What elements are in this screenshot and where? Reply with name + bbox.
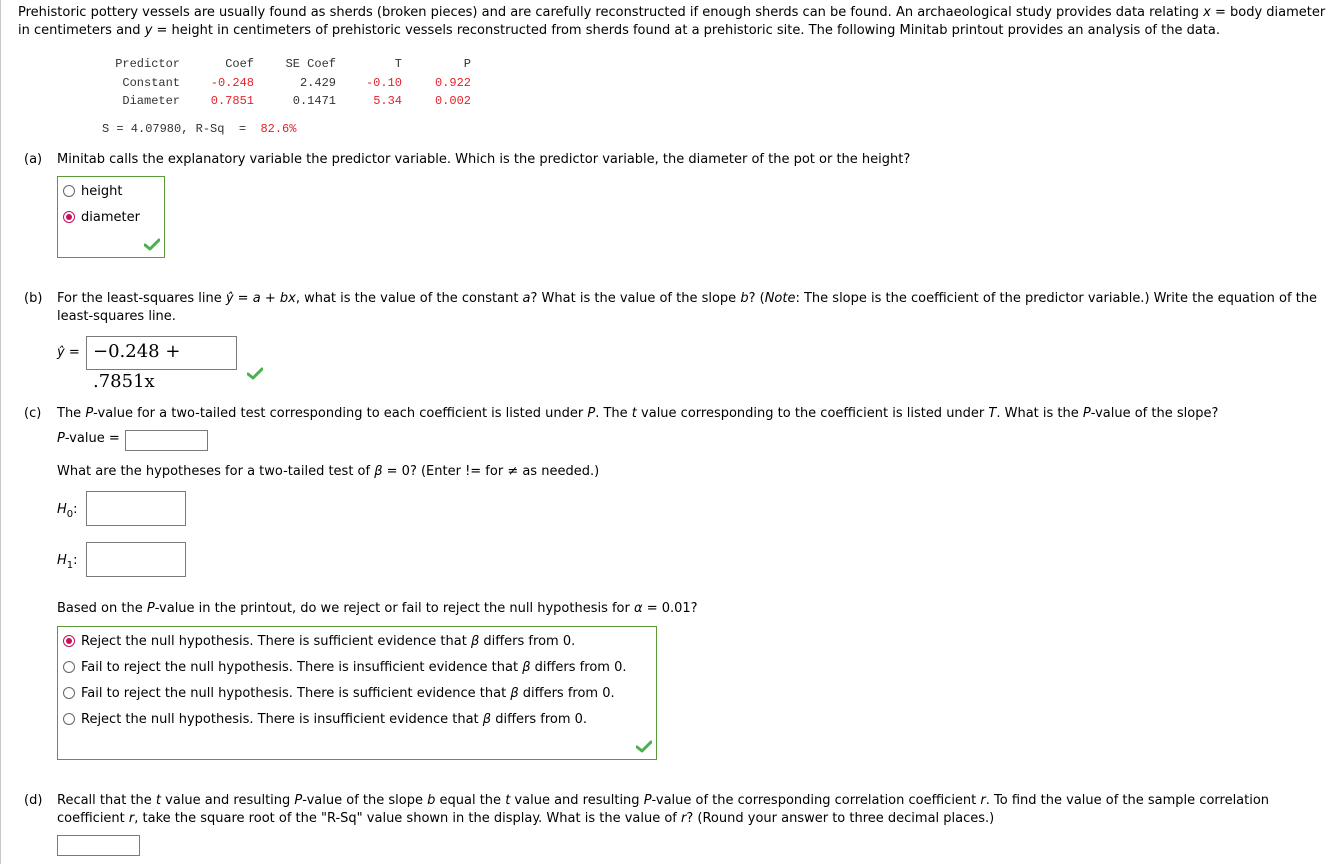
- h0-label: H0:: [57, 502, 78, 520]
- option-fail-sufficient[interactable]: Fail to reject the null hypothesis. Ther…: [63, 685, 615, 703]
- option-reject-insufficient[interactable]: Reject the null hypothesis. There is ins…: [63, 711, 587, 729]
- table-row: Diameter 0.7851 0.1471 5.34 0.002: [104, 92, 471, 111]
- option-diameter[interactable]: diameter: [63, 209, 140, 227]
- coef-value: 0.7851: [210, 94, 254, 109]
- part-a-question: Minitab calls the explanatory variable t…: [57, 152, 911, 167]
- coef-value: -0.248: [210, 75, 254, 90]
- radio-button[interactable]: [63, 185, 75, 197]
- table-row: Constant -0.248 2.429 -0.10 0.922: [104, 74, 471, 93]
- rsq-value: 82.6%: [260, 122, 297, 136]
- minitab-printout: Predictor Coef SE Coef T P Constant -0.2…: [104, 55, 471, 111]
- option-height[interactable]: height: [63, 183, 122, 201]
- part-b-question: For the least-squares line ŷ = a + bx, w…: [57, 291, 1318, 324]
- predictor-name: Constant: [122, 75, 180, 90]
- se-coef-value: 0.1471: [292, 94, 336, 109]
- hypotheses-question: What are the hypotheses for a two-tailed…: [57, 464, 600, 479]
- h1-input[interactable]: [86, 542, 186, 577]
- header-se-coef: SE Coef: [285, 57, 336, 72]
- part-c-question: The P-value for a two-tailed test corres…: [57, 406, 1219, 421]
- pvalue-input[interactable]: [125, 430, 208, 451]
- table-header-row: Predictor Coef SE Coef T P: [104, 55, 471, 74]
- h0-input[interactable]: [86, 491, 186, 526]
- predictor-name: Diameter: [122, 94, 180, 109]
- radio-button-selected[interactable]: [63, 635, 75, 647]
- part-d-label: (d): [24, 793, 43, 808]
- part-b-label: (b): [24, 291, 43, 306]
- h1-label: H1:: [57, 553, 78, 571]
- r-input[interactable]: [57, 835, 140, 856]
- p-value: 0.922: [434, 75, 471, 90]
- option-reject-sufficient[interactable]: Reject the null hypothesis. There is suf…: [63, 633, 575, 651]
- yhat-label: ŷ =: [57, 345, 80, 360]
- part-d-question: Recall that the t value and resulting P-…: [57, 793, 1270, 826]
- model-summary: S = 4.07980, R-Sq = 82.6%: [102, 122, 297, 136]
- equation-input[interactable]: −0.248 + .7851x: [86, 336, 237, 392]
- se-coef-value: 2.429: [299, 75, 336, 90]
- decision-answer-box: Reject the null hypothesis. There is suf…: [57, 626, 657, 760]
- p-value: 0.002: [434, 94, 471, 109]
- t-value: -0.10: [365, 75, 402, 90]
- decision-question: Based on the P-value in the printout, do…: [57, 601, 698, 616]
- part-a-answer-box: height diameter: [57, 176, 165, 258]
- part-a-label: (a): [24, 152, 43, 167]
- problem-intro: Prehistoric pottery vessels are usually …: [18, 5, 1326, 38]
- pvalue-label: P-value =: [57, 431, 120, 446]
- radio-button[interactable]: [63, 661, 75, 673]
- checkmark-icon: [636, 740, 652, 753]
- part-c-label: (c): [24, 406, 42, 421]
- radio-button[interactable]: [63, 687, 75, 699]
- t-value: 5.34: [373, 94, 402, 109]
- checkmark-icon: [144, 238, 160, 251]
- checkmark-icon: [247, 367, 263, 380]
- radio-button[interactable]: [63, 713, 75, 725]
- header-predictor: Predictor: [115, 57, 180, 72]
- header-p: P: [463, 57, 471, 72]
- header-coef: Coef: [225, 57, 254, 72]
- option-fail-insufficient[interactable]: Fail to reject the null hypothesis. Ther…: [63, 659, 626, 677]
- left-border: [0, 0, 1, 864]
- radio-button-selected[interactable]: [63, 211, 75, 223]
- header-t: T: [394, 57, 402, 72]
